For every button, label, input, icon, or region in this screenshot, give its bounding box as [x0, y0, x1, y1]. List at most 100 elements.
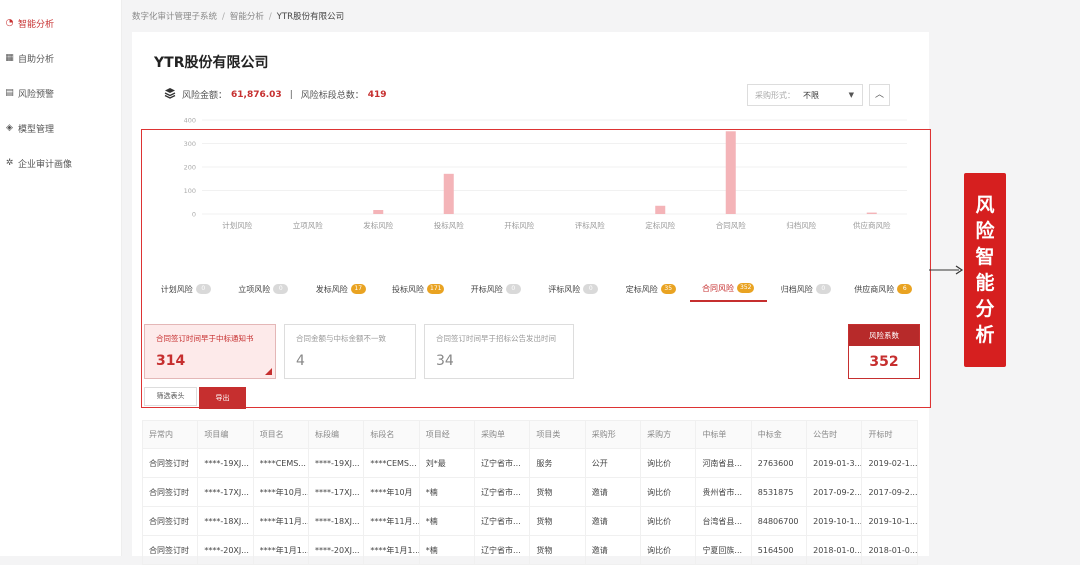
sidebar-item-enterprise-profile[interactable]: ✲ 企业审计画像 — [0, 146, 121, 181]
x-tick-label: 投标风险 — [434, 220, 464, 230]
column-header[interactable]: 采购方 — [640, 420, 697, 449]
sidebar-item-risk-warning[interactable]: ▤ 风险预警 — [0, 76, 121, 111]
x-tick-label: 供应商风险 — [853, 220, 891, 230]
y-tick-label: 400 — [184, 117, 196, 125]
table-row[interactable]: 合同签订时 ****-18XJ... ****年11月... ****-18XJ...… — [141, 506, 918, 536]
tab-8[interactable]: 归档风险 0 — [767, 276, 845, 302]
x-tick-label: 发标风险 — [363, 220, 393, 230]
column-header[interactable]: 项目经 — [418, 420, 476, 449]
sidebar-item-intelligent-analysis[interactable]: ◔ 智能分析 — [0, 6, 121, 41]
tab-3[interactable]: 投标风险 171 — [380, 276, 458, 302]
column-header[interactable]: 中标单 — [695, 420, 752, 449]
sidebar-item-model-management[interactable]: ◈ 模型管理 — [0, 111, 121, 146]
bar[interactable] — [725, 131, 736, 214]
table-cell: ****-20XJ... — [197, 535, 254, 565]
table-row[interactable]: 合同签订时 ****-19XJ... ****CEMS... ****-19XJ...… — [141, 448, 918, 478]
table-cell: 贵州省市... — [695, 477, 752, 507]
arrow-right-icon — [929, 265, 964, 275]
table-row[interactable]: 合同签订时 ****-17XJ... ****年10月... ****-17XJ...… — [141, 477, 918, 507]
callout-char: 析 — [975, 324, 995, 346]
bar[interactable] — [866, 212, 877, 214]
grid-icon: ▦ — [5, 53, 14, 63]
bar[interactable] — [443, 173, 454, 214]
tab-6[interactable]: 定标风险 35 — [612, 276, 690, 302]
table-cell: ****-19XJ... — [308, 448, 365, 478]
table-cell: ****年10月 — [363, 477, 420, 507]
column-header[interactable]: 采购形 — [584, 420, 642, 449]
tab-5[interactable]: 评标风险 0 — [535, 276, 613, 302]
table-cell: 货物 — [529, 535, 586, 565]
table-cell: 2019-02-1... — [861, 448, 918, 478]
column-header[interactable]: 中标金 — [750, 420, 808, 449]
table-cell: ****-17XJ... — [197, 477, 254, 507]
tab-9[interactable]: 供应商风险 6 — [845, 276, 923, 302]
column-header[interactable]: 公告时 — [806, 420, 863, 449]
metric-label: 合同金额与中标金额不一致 — [296, 334, 386, 343]
table-cell: 服务 — [529, 448, 586, 478]
tab-count-badge: 0 — [505, 284, 521, 294]
tab-1[interactable]: 立项风险 0 — [225, 276, 303, 302]
table-cell: 公开 — [584, 448, 642, 478]
tab-7[interactable]: 合同风险 352 — [689, 276, 767, 302]
sidebar-item-self-analysis[interactable]: ▦ 自助分析 — [0, 41, 121, 76]
callout-char: 风 — [975, 194, 995, 216]
risk-summary: 风险金额： 61,876.03 | 风险标段总数： 419 — [164, 88, 387, 101]
export-button[interactable]: 导出 — [199, 387, 246, 409]
table-cell: 辽宁省市... — [474, 535, 531, 565]
column-header[interactable]: 异常内 — [141, 420, 199, 449]
tab-count-badge: 0 — [583, 284, 599, 294]
tab-0[interactable]: 计划风险 0 — [147, 276, 225, 302]
callout-char: 能 — [975, 272, 995, 294]
x-tick-label: 评标风险 — [575, 220, 605, 230]
sidebar-item-label: 风险预警 — [18, 90, 55, 100]
table-cell: ****CEMS... — [363, 448, 420, 478]
table-cell: ****-17XJ... — [308, 477, 365, 507]
chevron-up-icon: ︿ — [874, 90, 884, 100]
column-header[interactable]: 采购单 — [474, 420, 531, 449]
breadcrumb-item[interactable]: 智能分析 — [230, 12, 264, 22]
table-cell: ****年11月... — [363, 506, 420, 536]
callout-label: 风险智能分析 — [964, 173, 1006, 367]
collapse-button[interactable]: ︿ — [869, 84, 890, 106]
table-row[interactable]: 合同签订时 ****-20XJ... ****年1月1... ****-20XJ...… — [141, 535, 918, 565]
tab-4[interactable]: 开标风险 0 — [457, 276, 535, 302]
table-cell: 邀请 — [584, 506, 642, 536]
procurement-type-select[interactable]: 采购形式： 不限 ▼ — [747, 84, 863, 106]
filter-columns-button[interactable]: 筛选表头 — [144, 387, 197, 406]
column-header[interactable]: 项目类 — [529, 420, 586, 449]
metric-card-sign-before-announcement[interactable]: 合同签订时间早于招标公告发出时间 34 — [424, 324, 574, 379]
table-cell: ****-18XJ... — [308, 506, 365, 536]
bar[interactable] — [655, 205, 666, 214]
risk-amount-value: 61,876.03 — [231, 89, 282, 100]
tab-count-badge: 171 — [427, 284, 445, 294]
column-header[interactable]: 项目编 — [197, 420, 254, 449]
risk-amount-label: 风险金额： — [182, 91, 228, 101]
risk-tabs: 计划风险 0 立项风险 0 发标风险 17 投标风险 171 开标风险 0 评标风险 0 定标风险 35 合… — [147, 276, 922, 302]
table-cell: 合同签订时 — [141, 477, 199, 507]
table-cell: 询比价 — [640, 535, 697, 565]
column-header[interactable]: 项目名 — [252, 420, 310, 449]
table-cell: 84806700 — [750, 506, 808, 536]
metric-value: 4 — [296, 353, 305, 369]
page-title: YTR股份有限公司 — [154, 55, 269, 71]
column-header[interactable]: 开标时 — [861, 420, 918, 449]
table-cell: 8531875 — [750, 477, 808, 507]
breadcrumb-item[interactable]: 数字化审计管理子系统 — [132, 12, 217, 22]
main-card: YTR股份有限公司 风险金额： 61,876.03 | 风险标段总数： 419 … — [132, 32, 931, 565]
y-tick-label: 300 — [184, 140, 196, 148]
column-header[interactable]: 标段编 — [308, 420, 365, 449]
table-cell: 2017-09-2... — [861, 477, 918, 507]
table-cell: 2019-01-3... — [806, 448, 863, 478]
x-tick-label: 立项风险 — [293, 220, 323, 230]
sidebar-item-label: 智能分析 — [18, 20, 55, 30]
table-cell: ****-19XJ... — [197, 448, 254, 478]
bar[interactable] — [373, 210, 384, 214]
metric-card-amount-mismatch[interactable]: 合同金额与中标金额不一致 4 — [284, 324, 416, 379]
column-header[interactable]: 标段名 — [363, 420, 420, 449]
table-cell: *楠 — [418, 477, 476, 507]
tab-label: 发标风险 — [315, 284, 348, 294]
metric-card-sign-before-notice[interactable]: 合同签订时间早于中标通知书 314 — [144, 324, 276, 379]
tab-label: 定标风险 — [625, 284, 658, 294]
risk-table: 异常内 项目编 项目名 标段编 标段名 项目经 采购单 项目类 采购形 采购方 中标单 中标金 公告时开… — [141, 420, 918, 565]
tab-2[interactable]: 发标风险 17 — [302, 276, 380, 302]
